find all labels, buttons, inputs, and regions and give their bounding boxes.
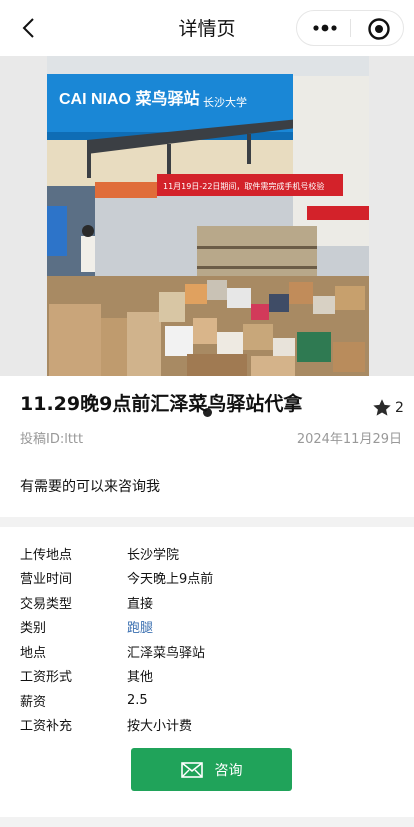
notice-banner: 11月19日-22日期间，取件需完成手机号校验 <box>163 181 324 191</box>
author-id: 投稿ID:lttt <box>20 432 84 447</box>
nav-bar: 详情页 <box>0 0 414 56</box>
detail-value: 今天晚上9点前 <box>127 572 214 588</box>
detail-row-location: 地点 汇泽菜鸟驿站 <box>20 639 213 664</box>
detail-label: 工资补充 <box>20 719 73 735</box>
detail-value: 直接 <box>127 596 154 612</box>
detail-label: 薪资 <box>20 694 47 710</box>
image-carousel[interactable]: CAI NIAO 菜鸟驿站 长沙大学 11月19日-22日期间，取件需完成手机号… <box>0 56 414 417</box>
favorite-count: 2 <box>395 400 404 416</box>
svg-text:CAI NIAO 菜鸟驿站: CAI NIAO 菜鸟驿站 <box>59 89 199 108</box>
detail-row-salary: 薪资 2.5 <box>20 688 213 713</box>
favorite-counter[interactable]: 2 <box>372 398 404 418</box>
detail-row-pay-note: 工资补充 按大小计费 <box>20 713 213 738</box>
detail-list: 上传地点 长沙学院 营业时间 今天晚上9点前 交易类型 直接 类别 跑腿 地点 … <box>20 541 213 737</box>
detail-row-business-hours: 营业时间 今天晚上9点前 <box>20 566 213 591</box>
post-photo[interactable]: CAI NIAO 菜鸟驿站 长沙大学 11月19日-22日期间，取件需完成手机号… <box>47 56 369 376</box>
section-divider <box>0 517 414 527</box>
post-date: 2024年11月29日 <box>296 432 402 447</box>
detail-label: 交易类型 <box>20 596 73 612</box>
svg-text:长沙大学: 长沙大学 <box>203 95 247 109</box>
detail-row-category: 类别 跑腿 <box>20 615 213 640</box>
detail-label: 营业时间 <box>20 572 73 588</box>
detail-value: 其他 <box>127 670 154 686</box>
consult-button[interactable]: 咨询 <box>131 748 292 791</box>
detail-row-upload-location: 上传地点 长沙学院 <box>20 541 213 566</box>
detail-label: 类别 <box>20 621 47 637</box>
detail-value: 按大小计费 <box>127 719 193 735</box>
capsule-divider <box>350 19 351 37</box>
mail-icon <box>180 761 203 778</box>
consult-label: 咨询 <box>214 762 243 779</box>
detail-value: 汇泽菜鸟驿站 <box>127 645 206 661</box>
detail-label: 工资形式 <box>20 670 73 686</box>
more-icon[interactable] <box>311 21 339 35</box>
detail-row-trade-type: 交易类型 直接 <box>20 590 213 615</box>
mini-program-capsule <box>296 10 404 46</box>
star-icon[interactable] <box>372 398 392 418</box>
detail-row-pay-form: 工资形式 其他 <box>20 664 213 689</box>
detail-label: 上传地点 <box>20 547 73 563</box>
close-miniprogram-icon[interactable] <box>367 17 391 41</box>
post-title: 11.29晚9点前汇泽菜鸟驿站代拿 <box>20 393 303 415</box>
post-description: 有需要的可以来咨询我 <box>20 479 160 495</box>
detail-label: 地点 <box>20 645 47 661</box>
category-link[interactable]: 跑腿 <box>127 617 153 636</box>
detail-value: 长沙学院 <box>127 547 180 563</box>
bottom-divider <box>0 817 414 827</box>
detail-value: 2.5 <box>127 692 148 708</box>
